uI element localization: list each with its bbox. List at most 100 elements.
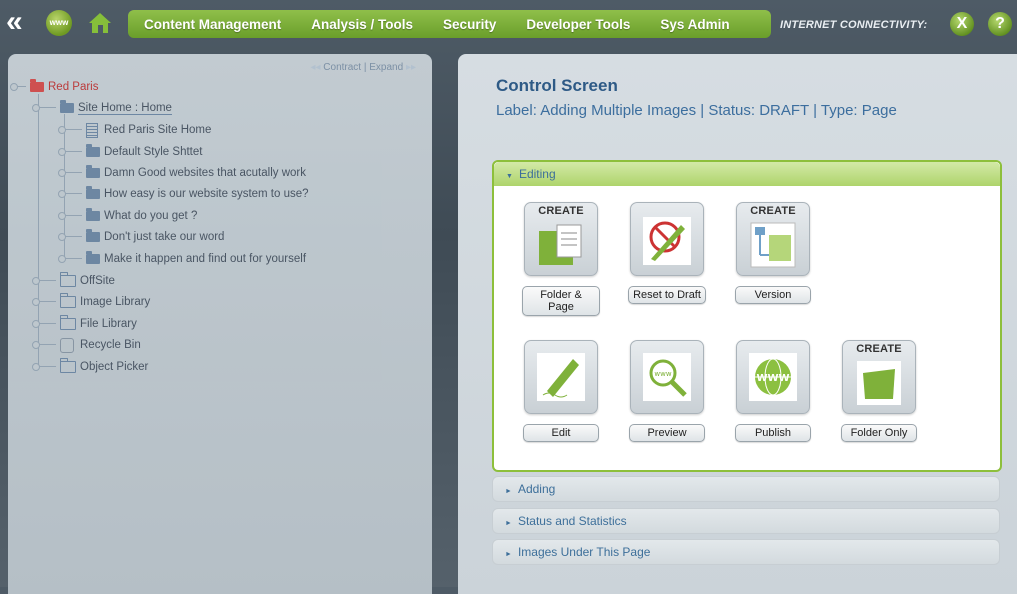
- tree-node-recycle-bin[interactable]: Recycle Bin: [32, 336, 141, 354]
- double-arrow-right-icon: ▸▸: [405, 62, 416, 73]
- status-section[interactable]: ► Status and Statistics: [492, 508, 1000, 534]
- tree-node-page[interactable]: Red Paris Site Home: [58, 121, 212, 139]
- svg-text:www: www: [654, 370, 671, 378]
- tree-node-file-library[interactable]: File Library: [32, 315, 137, 333]
- preview-magnifier-icon[interactable]: www: [630, 340, 704, 414]
- tree-label: Default Style Shttet: [104, 146, 203, 158]
- tree-node-folder[interactable]: Damn Good websites that acutally work: [58, 164, 306, 182]
- tile-label-reset-draft[interactable]: Reset to Draft: [628, 286, 706, 304]
- top-bar: « www Content Management Analysis / Tool…: [0, 0, 1017, 46]
- tile-create-label: CREATE: [856, 343, 902, 355]
- nav-developer-tools[interactable]: Developer Tools: [511, 17, 645, 32]
- folder-icon: [86, 251, 100, 264]
- tree-label: Site Home : Home: [78, 101, 172, 115]
- folder-icon[interactable]: CREATE: [842, 340, 916, 414]
- nav-security[interactable]: Security: [428, 17, 511, 32]
- edit-pen-icon[interactable]: [524, 340, 598, 414]
- images-header[interactable]: ► Images Under This Page: [493, 540, 999, 564]
- tree-label: Red Paris Site Home: [104, 124, 212, 136]
- close-icon: X: [956, 15, 968, 32]
- triangle-down-icon: ▼: [506, 173, 513, 180]
- triangle-right-icon: ►: [505, 488, 512, 495]
- tree-label: Object Picker: [80, 361, 149, 373]
- tree-label: Red Paris: [48, 81, 99, 93]
- tree-node-offsite[interactable]: OffSite: [32, 272, 115, 290]
- contract-expand-controls: ◂◂ Contract | Expand ▸▸: [310, 62, 416, 73]
- tree-connector: [58, 212, 82, 220]
- tile-label-edit[interactable]: Edit: [523, 424, 599, 442]
- tree-label: Make it happen and find out for yourself: [104, 253, 307, 265]
- triangle-right-icon: ►: [505, 520, 512, 527]
- reset-draft-icon[interactable]: [630, 202, 704, 276]
- tree-node-folder[interactable]: Default Style Shttet: [58, 143, 203, 161]
- section-label: Editing: [518, 167, 556, 181]
- folder-red-icon: [30, 79, 44, 92]
- tile-create-label: CREATE: [538, 205, 584, 217]
- tree-node-image-library[interactable]: Image Library: [32, 293, 151, 311]
- tile-label-publish[interactable]: Publish: [735, 424, 811, 442]
- tile-label-preview[interactable]: Preview: [629, 424, 705, 442]
- control-title: Control Screen: [496, 76, 618, 95]
- nav-content-management[interactable]: Content Management: [128, 17, 296, 32]
- tile-label-folder-page[interactable]: Folder & Page: [522, 286, 600, 316]
- main-nav: Content Management Analysis / Tools Secu…: [128, 10, 771, 38]
- tree-node-folder[interactable]: Don't just take our word: [58, 228, 225, 246]
- version-icon[interactable]: CREATE: [736, 202, 810, 276]
- tree-connector: [32, 363, 56, 371]
- nav-sys-admin[interactable]: Sys Admin: [645, 17, 744, 32]
- folder-icon: [86, 229, 100, 242]
- separator: |: [363, 62, 367, 73]
- tile-edit[interactable]: Edit: [522, 340, 600, 442]
- tree-connector: [58, 126, 82, 134]
- tree-node-folder[interactable]: How easy is our website system to use?: [58, 185, 309, 203]
- tree-connector: [32, 320, 56, 328]
- adding-header[interactable]: ► Adding: [493, 477, 999, 501]
- editing-header[interactable]: ▼ Editing: [494, 162, 1000, 186]
- help-button[interactable]: ?: [988, 12, 1012, 36]
- folder-icon: [86, 144, 100, 157]
- tree-label: Don't just take our word: [104, 231, 225, 243]
- tile-publish[interactable]: WWW Publish: [734, 340, 812, 442]
- images-section[interactable]: ► Images Under This Page: [492, 539, 1000, 565]
- tree-node-folder[interactable]: What do you get ?: [58, 207, 197, 225]
- tree-label: Damn Good websites that acutally work: [104, 167, 306, 179]
- tree-node-site-home[interactable]: Site Home : Home: [32, 99, 172, 117]
- file-folder-icon: [60, 315, 76, 330]
- tree-node-folder[interactable]: Make it happen and find out for yourself: [58, 250, 307, 268]
- editing-section: ▼ Editing CREATE Folder & Page Reset to …: [492, 160, 1002, 472]
- tree-node-object-picker[interactable]: Object Picker: [32, 358, 149, 376]
- expand-link[interactable]: Expand: [369, 62, 403, 73]
- tile-folder-page[interactable]: CREATE Folder & Page: [522, 202, 600, 316]
- home-icon[interactable]: [86, 9, 114, 37]
- tile-preview[interactable]: www Preview: [628, 340, 706, 442]
- double-chevron-left-icon[interactable]: «: [6, 7, 36, 38]
- tree-label: File Library: [80, 318, 137, 330]
- status-header[interactable]: ► Status and Statistics: [493, 509, 999, 533]
- svg-text:WWW: WWW: [756, 373, 789, 384]
- object-picker-icon: [60, 358, 76, 373]
- tree-connector: [32, 277, 56, 285]
- close-button[interactable]: X: [950, 12, 974, 36]
- tree-label: OffSite: [80, 275, 115, 287]
- tree-root-red-paris[interactable]: Red Paris: [10, 78, 99, 96]
- www-label: www: [49, 18, 69, 27]
- adding-section[interactable]: ► Adding: [492, 476, 1000, 502]
- image-folder-icon: [60, 293, 76, 308]
- tree-connector: [58, 148, 82, 156]
- section-label: Adding: [517, 482, 556, 496]
- folder-page-icon[interactable]: CREATE: [524, 202, 598, 276]
- contract-link[interactable]: Contract: [323, 62, 361, 73]
- www-globe-icon[interactable]: www: [46, 10, 72, 36]
- publish-globe-icon[interactable]: WWW: [736, 340, 810, 414]
- tree-connector: [32, 298, 56, 306]
- tile-reset-draft[interactable]: Reset to Draft: [628, 202, 706, 304]
- section-label: Images Under This Page: [517, 545, 651, 559]
- page-icon: [86, 122, 98, 138]
- tile-label-folder-only[interactable]: Folder Only: [841, 424, 917, 442]
- tree-label: How easy is our website system to use?: [104, 188, 309, 200]
- tile-version[interactable]: CREATE Version: [734, 202, 812, 304]
- tile-label-version[interactable]: Version: [735, 286, 811, 304]
- tree-label: Image Library: [80, 296, 151, 308]
- tile-folder-only[interactable]: CREATE Folder Only: [840, 340, 918, 442]
- nav-analysis-tools[interactable]: Analysis / Tools: [296, 17, 428, 32]
